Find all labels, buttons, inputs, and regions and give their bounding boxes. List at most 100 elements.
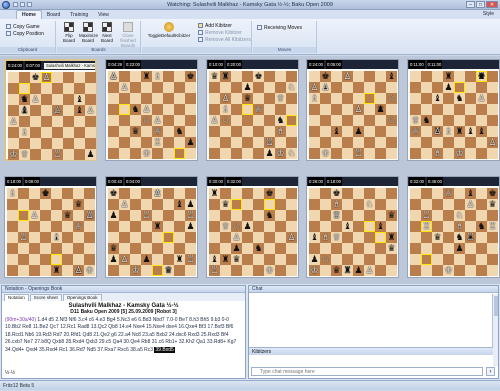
board-square[interactable] [375, 221, 386, 232]
board-square[interactable] [8, 72, 19, 83]
board-square[interactable] [63, 127, 74, 138]
board-square[interactable] [163, 93, 174, 104]
board-square[interactable] [7, 232, 18, 243]
board-square[interactable] [108, 188, 119, 199]
board-square[interactable] [220, 104, 231, 115]
flip-board-button[interactable]: Flip Board [60, 22, 78, 44]
board-square[interactable] [108, 137, 119, 148]
board-square[interactable] [8, 94, 19, 105]
board-square[interactable] [421, 148, 432, 159]
board-square[interactable] [432, 148, 443, 159]
board-square[interactable] [432, 210, 443, 221]
board-square[interactable] [375, 82, 386, 93]
board-square[interactable] [353, 265, 364, 276]
board-square[interactable] [30, 127, 41, 138]
board-square[interactable] [264, 243, 275, 254]
board-square[interactable] [386, 115, 397, 126]
board-square[interactable] [108, 232, 119, 243]
board-square[interactable] [242, 148, 253, 159]
board-square[interactable] [19, 127, 30, 138]
board-square[interactable] [242, 210, 253, 221]
board-square[interactable] [476, 188, 487, 199]
board-square[interactable] [331, 104, 342, 115]
board-square[interactable] [253, 71, 264, 82]
board-square[interactable] [30, 116, 41, 127]
board-square[interactable] [51, 221, 62, 232]
board-square[interactable] [62, 221, 73, 232]
board-square[interactable] [152, 254, 163, 265]
board-square[interactable] [220, 210, 231, 221]
board-square[interactable] [152, 71, 163, 82]
board-square[interactable] [286, 265, 297, 276]
board-square[interactable] [84, 221, 95, 232]
board-square[interactable] [476, 232, 487, 243]
board-square[interactable] [62, 188, 73, 199]
board-square[interactable] [119, 71, 130, 82]
board-square[interactable] [353, 243, 364, 254]
board-square[interactable] [353, 71, 364, 82]
board-square[interactable] [275, 82, 286, 93]
board-square[interactable] [375, 199, 386, 210]
board-square[interactable] [465, 126, 476, 137]
board-square[interactable] [386, 265, 397, 276]
board-square[interactable] [108, 126, 119, 137]
board-square[interactable] [375, 115, 386, 126]
board-square[interactable] [465, 188, 476, 199]
board-square[interactable] [163, 221, 174, 232]
board-square[interactable] [410, 254, 421, 265]
board-square[interactable] [41, 149, 52, 160]
board-square[interactable] [185, 104, 196, 115]
board-square[interactable] [220, 199, 231, 210]
board-square[interactable] [174, 82, 185, 93]
board-square[interactable] [364, 115, 375, 126]
board-square[interactable] [342, 104, 353, 115]
board-square[interactable] [309, 210, 320, 221]
copy-game-button[interactable]: Copy Game [6, 23, 55, 30]
board-square[interactable] [375, 126, 386, 137]
board-square[interactable] [410, 210, 421, 221]
board-square[interactable] [185, 148, 196, 159]
board-square[interactable] [353, 232, 364, 243]
board-square[interactable] [62, 199, 73, 210]
board-square[interactable] [52, 105, 63, 116]
board-square[interactable] [130, 210, 141, 221]
maximize-button[interactable]: □ [476, 1, 485, 8]
board-square[interactable] [174, 137, 185, 148]
board-square[interactable] [108, 93, 119, 104]
board-square[interactable] [465, 104, 476, 115]
board-square[interactable] [264, 82, 275, 93]
board-square[interactable] [309, 254, 320, 265]
board-square[interactable] [29, 210, 40, 221]
board-square[interactable] [152, 82, 163, 93]
board-square[interactable] [242, 93, 253, 104]
board-square[interactable] [465, 199, 476, 210]
board-square[interactable] [275, 188, 286, 199]
board-square[interactable] [41, 94, 52, 105]
board-square[interactable] [309, 104, 320, 115]
board-square[interactable] [421, 137, 432, 148]
board-square[interactable] [40, 210, 51, 221]
board-square[interactable] [375, 93, 386, 104]
board-square[interactable] [231, 71, 242, 82]
board-square[interactable] [386, 188, 397, 199]
board-square[interactable] [331, 210, 342, 221]
board-square[interactable] [63, 138, 74, 149]
board-square[interactable] [443, 115, 454, 126]
board-square[interactable] [209, 199, 220, 210]
board-square[interactable] [410, 265, 421, 276]
board-square[interactable] [454, 115, 465, 126]
board-square[interactable] [443, 265, 454, 276]
board-square[interactable] [18, 188, 29, 199]
board-square[interactable] [242, 115, 253, 126]
board-square[interactable] [264, 93, 275, 104]
board-square[interactable] [410, 232, 421, 243]
board-square[interactable] [63, 149, 74, 160]
board-square[interactable] [421, 93, 432, 104]
board-square[interactable] [253, 126, 264, 137]
board-square[interactable] [108, 210, 119, 221]
board-square[interactable] [342, 210, 353, 221]
board-square[interactable] [74, 83, 85, 94]
board-square[interactable] [309, 232, 320, 243]
board-square[interactable] [163, 243, 174, 254]
board-square[interactable] [454, 71, 465, 82]
